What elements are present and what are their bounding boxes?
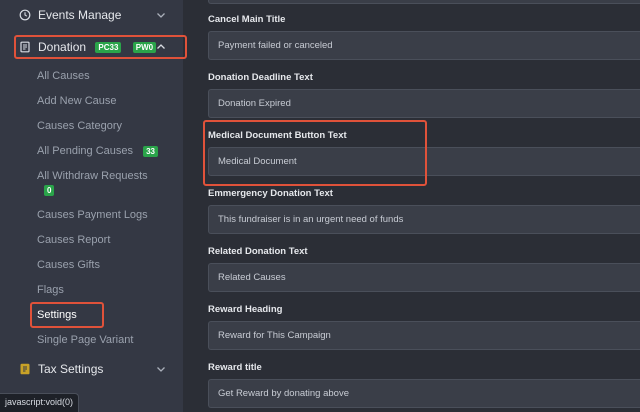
sidebar-item-all-pending-causes[interactable]: All Pending Causes 33 [37, 144, 158, 158]
sidebar-item-label: Events Manage [38, 8, 122, 22]
donation-deadline-text-input[interactable] [208, 89, 640, 118]
field-label-medical-document-button-text: Medical Document Button Text [208, 130, 347, 141]
field-label-related-donation-text: Related Donation Text [208, 246, 308, 257]
reward-heading-input[interactable] [208, 321, 640, 350]
field-label-reward-title: Reward title [208, 362, 262, 373]
related-donation-text-input[interactable] [208, 263, 640, 292]
reward-title-input[interactable] [208, 379, 640, 408]
field-label-reward-heading: Reward Heading [208, 304, 283, 315]
pending-causes-badge: PC33 [95, 42, 122, 54]
sidebar-item-causes-gifts[interactable]: Causes Gifts [37, 258, 100, 272]
sidebar-item-causes-category[interactable]: Causes Category [37, 119, 122, 133]
sidebar-item-label: Tax Settings [38, 362, 104, 376]
donation-label-group: Donation PC33 PW0 [38, 40, 157, 54]
emmergency-donation-text-input[interactable] [208, 205, 640, 234]
sidebar-item-label: Donation [38, 40, 87, 54]
sidebar-item-causes-report[interactable]: Causes Report [37, 233, 110, 247]
sidebar-item-events-manage[interactable]: Events Manage [0, 0, 183, 30]
field-label-donation-deadline-text: Donation Deadline Text [208, 72, 313, 83]
sidebar-item-causes-payment-logs[interactable]: Causes Payment Logs [37, 208, 148, 222]
sidebar-item-flags[interactable]: Flags [37, 283, 64, 297]
sidebar-item-all-withdraw-requests[interactable]: All Withdraw Requests [37, 169, 148, 183]
sidebar-item-add-new-cause[interactable]: Add New Cause [37, 94, 117, 108]
field-label-emmergency-donation-text: Emmergency Donation Text [208, 188, 333, 199]
previous-field-input[interactable] [208, 0, 640, 4]
cancel-main-title-input[interactable] [208, 31, 640, 60]
document-icon [19, 363, 31, 375]
sidebar-item-label: All Withdraw Requests [37, 170, 148, 182]
sidebar-item-tax-settings[interactable]: Tax Settings [0, 354, 183, 384]
sidebar-item-settings[interactable]: Settings [37, 308, 77, 322]
medical-document-button-text-input[interactable] [208, 147, 640, 176]
chevron-down-icon [155, 9, 167, 21]
sidebar-item-all-causes[interactable]: All Causes [37, 69, 90, 83]
pending-withdraw-badge: PW0 [132, 42, 157, 54]
document-icon [19, 41, 31, 53]
field-label-cancel-main-title: Cancel Main Title [208, 14, 286, 25]
sidebar-gutter [183, 0, 200, 412]
sidebar-item-label: All Pending Causes [37, 145, 134, 157]
count-badge: 33 [143, 145, 158, 157]
clock-icon [19, 9, 31, 21]
sidebar-item-donation[interactable]: Donation PC33 PW0 [0, 32, 183, 62]
chevron-up-icon [155, 41, 167, 53]
chevron-down-icon [155, 363, 167, 375]
status-bar-url: javascript:void(0) [0, 393, 80, 412]
count-badge: 0 [44, 185, 55, 196]
sidebar-item-single-page-variant[interactable]: Single Page Variant [37, 333, 133, 347]
